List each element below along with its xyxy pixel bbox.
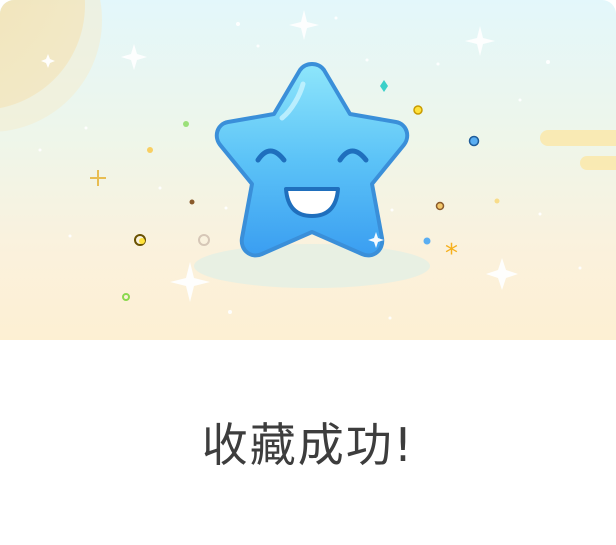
confetti-dot	[183, 121, 189, 127]
star-shadow	[194, 244, 430, 288]
stripe-decoration	[580, 156, 616, 170]
confetti-diamond	[380, 80, 388, 92]
confetti-dot	[468, 135, 480, 147]
smiling-star-illustration: *	[0, 0, 616, 320]
stripe-decoration	[540, 130, 616, 146]
confetti-dot	[423, 237, 431, 245]
confetti-ring	[122, 293, 130, 301]
confetti-dot	[147, 147, 153, 153]
confetti-dot	[435, 201, 445, 211]
asterisk-icon: *	[445, 239, 458, 269]
success-message: 收藏成功!	[201, 417, 415, 472]
success-dialog: * 收藏成功!	[0, 0, 616, 545]
confetti-dot	[494, 198, 500, 204]
star-icon	[214, 62, 410, 258]
message-area: 收藏成功!	[0, 340, 616, 545]
confetti-ring	[198, 234, 210, 246]
illustration-banner: *	[0, 0, 616, 340]
confetti-dot	[413, 105, 423, 115]
confetti-dot	[139, 238, 145, 244]
confetti-dot	[189, 199, 195, 205]
sparkle-icon	[90, 170, 106, 186]
mouth-icon	[284, 187, 340, 218]
